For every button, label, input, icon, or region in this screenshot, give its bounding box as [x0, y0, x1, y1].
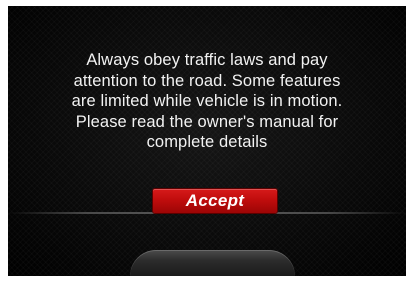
warning-message-line: Please read the owner's manual for — [75, 112, 339, 131]
warning-message-line: attention to the road. Some features — [73, 71, 341, 90]
bottom-handle-tab[interactable] — [130, 250, 295, 276]
display-screen: Always obey traffic laws and pay attenti… — [8, 6, 406, 276]
warning-message: Always obey traffic laws and pay attenti… — [28, 50, 386, 153]
warning-message-line: Always obey traffic laws and pay — [86, 51, 328, 69]
warning-message-line: are limited while vehicle is in motion. — [71, 92, 343, 110]
accept-button[interactable]: Accept — [153, 189, 277, 213]
warning-message-line: complete details — [146, 133, 268, 151]
